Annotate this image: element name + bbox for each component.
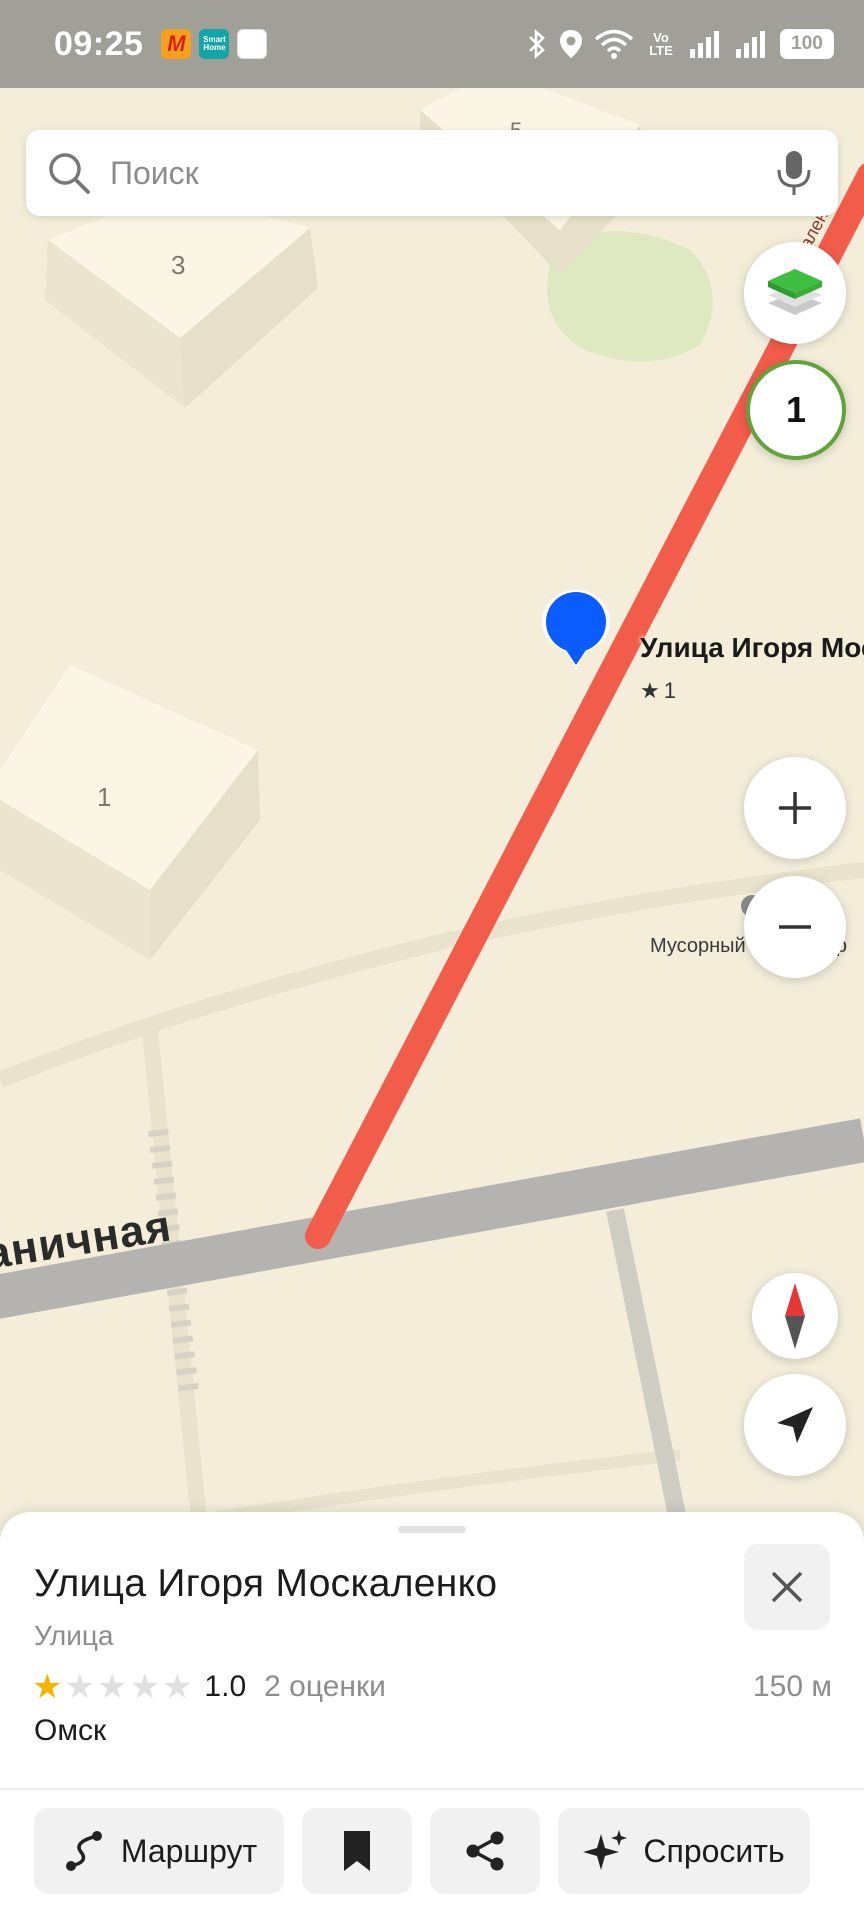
rating-value: 1.0 (204, 1670, 247, 1703)
minus-icon (779, 925, 811, 929)
status-bar: 09:25 M Smart Home Vo LTE 100 (0, 0, 864, 88)
smart-home-icon: Smart Home (199, 29, 230, 59)
map-poi-title[interactable]: Улица Игоря Москаленко (640, 632, 864, 664)
plus-icon (779, 792, 811, 824)
place-card[interactable]: Улица Игоря Москаленко Улица ★ ★ ★ ★ ★ 1… (0, 1512, 864, 1920)
zoom-out-button[interactable] (744, 876, 846, 978)
search-input[interactable] (110, 154, 774, 192)
route-button-label: Маршрут (120, 1832, 258, 1869)
close-icon (771, 1571, 803, 1603)
location-icon (560, 30, 582, 58)
star-icon: ★ (129, 1668, 160, 1706)
share-icon (466, 1831, 504, 1871)
signal-icon (736, 31, 765, 58)
building-number: 3 (171, 250, 186, 280)
map-graphics (0, 70, 864, 1530)
star-icon: ★ (64, 1668, 95, 1706)
traffic-level-value: 1 (785, 389, 807, 430)
search-bar[interactable] (26, 130, 838, 216)
footpath (199, 1449, 681, 1526)
rating-stars: ★ ★ ★ ★ ★ (32, 1670, 192, 1704)
compass-button[interactable] (752, 1273, 838, 1359)
bookmark-button[interactable] (302, 1808, 412, 1894)
search-icon (49, 153, 90, 194)
rating-row[interactable]: ★ ★ ★ ★ ★ 1.0 2 оценки 150 м (32, 1670, 832, 1704)
layers-button[interactable] (744, 242, 846, 344)
star-icon: ★ (640, 678, 660, 703)
app-icon-text: M (167, 31, 186, 56)
place-city: Омск (34, 1714, 107, 1747)
building-1 (0, 665, 260, 960)
my-location-button[interactable] (744, 1374, 846, 1476)
notification-app-icon (237, 29, 268, 59)
distance: 150 м (752, 1670, 832, 1703)
ask-button[interactable]: Спросить (558, 1808, 810, 1894)
battery-level: 100 (791, 33, 823, 54)
app-icon-text: Smart Home (203, 35, 226, 52)
route-icon (65, 1831, 102, 1871)
status-time: 09:25 (54, 24, 144, 63)
navigation-arrow-icon (777, 1407, 813, 1443)
building-3 (45, 190, 318, 408)
star-icon: ★ (161, 1668, 193, 1706)
bookmark-icon (344, 1831, 370, 1871)
place-marker-icon[interactable] (536, 585, 616, 685)
ask-button-label: Спросить (643, 1832, 785, 1869)
microphone-icon[interactable] (774, 148, 814, 198)
sheet-handle[interactable] (398, 1526, 466, 1533)
route-button[interactable]: Маршрут (34, 1808, 284, 1894)
signal-icon (690, 31, 719, 58)
status-icons: Vo LTE 100 (526, 28, 834, 60)
rating-count[interactable]: 2 оценки (264, 1670, 386, 1704)
zoom-in-button[interactable] (744, 757, 846, 859)
bluetooth-icon (529, 29, 545, 59)
place-type: Улица (34, 1620, 114, 1651)
divider (0, 1788, 864, 1790)
map-canvas[interactable]: Москаленко 3 5 1 аничная Улица Игоря Мос… (0, 0, 864, 1530)
side-road (606, 1208, 689, 1530)
action-row: Маршрут Спросить (34, 1808, 810, 1894)
layers-icon (768, 269, 822, 315)
traffic-level-button[interactable]: 1 (746, 360, 846, 460)
place-name: Улица Игоря Москаленко (34, 1562, 498, 1605)
map-poi-rating-value: 1 (663, 678, 676, 703)
map-poi-rating: ★ 1 (640, 678, 676, 704)
star-icon: ★ (32, 1668, 63, 1706)
wifi-icon (594, 29, 634, 59)
building-number: 1 (97, 782, 112, 812)
share-button[interactable] (430, 1808, 540, 1894)
compass-icon (785, 1283, 805, 1349)
volte-indicator: Vo LTE (649, 30, 673, 58)
star-icon: ★ (96, 1668, 128, 1706)
route-line (305, 317, 803, 1249)
notification-icons: M Smart Home (161, 29, 268, 59)
yandex-market-icon: M (161, 29, 192, 59)
battery-icon: 100 (780, 29, 834, 59)
close-button[interactable] (744, 1544, 830, 1630)
sparkle-icon (583, 1830, 628, 1870)
